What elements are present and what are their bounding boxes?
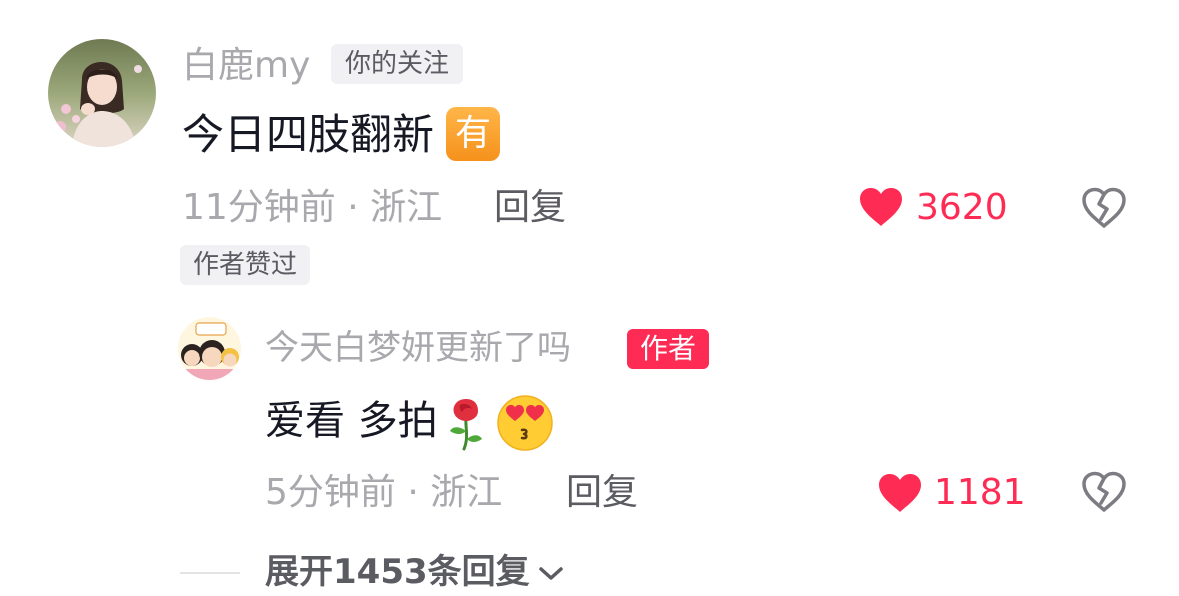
rose-icon (449, 399, 482, 451)
reply-time-location: 5分钟前 · 浙江 (265, 472, 503, 513)
reply-like-count: 1181 (934, 472, 1026, 513)
expand-replies-button[interactable]: 展开1453条回复 (265, 548, 564, 596)
expand-replies-label: 展开1453条回复 (265, 552, 530, 592)
reply-text-content: 爱看 多拍 (265, 398, 438, 444)
kissing-heart-eyes-emoji (496, 395, 553, 451)
comment-like-count: 3620 (916, 187, 1008, 228)
commenter-avatar-image (48, 39, 156, 147)
reply-text: 爱看 多拍 (265, 394, 554, 452)
author-liked-badge: 作者赞过 (180, 245, 311, 285)
replier-avatar[interactable] (178, 317, 241, 380)
heart-icon[interactable] (877, 472, 923, 514)
commenter-username[interactable]: 白鹿my (182, 42, 310, 90)
broken-heart-icon[interactable] (1080, 186, 1128, 230)
heart-icon[interactable] (858, 186, 904, 228)
chevron-down-icon (538, 566, 563, 580)
replier-avatar-image (178, 317, 241, 380)
commenter-avatar[interactable] (48, 39, 156, 147)
comment-reply-button[interactable]: 回复 (494, 184, 566, 232)
following-badge: 你的关注 (331, 44, 464, 84)
comment-text-content: 今日四肢翻新 (182, 110, 435, 159)
comment-text: 今日四肢翻新有 (182, 106, 501, 165)
author-badge: 作者 (627, 329, 710, 369)
comment-time-location: 11分钟前 · 浙江 (182, 187, 443, 228)
replier-username[interactable]: 今天白梦妍更新了吗 (265, 324, 571, 372)
broken-heart-icon[interactable] (1080, 470, 1128, 514)
you-emoji-badge: 有 (446, 106, 501, 161)
reply-reply-button[interactable]: 回复 (566, 469, 638, 517)
expand-divider (180, 572, 240, 574)
